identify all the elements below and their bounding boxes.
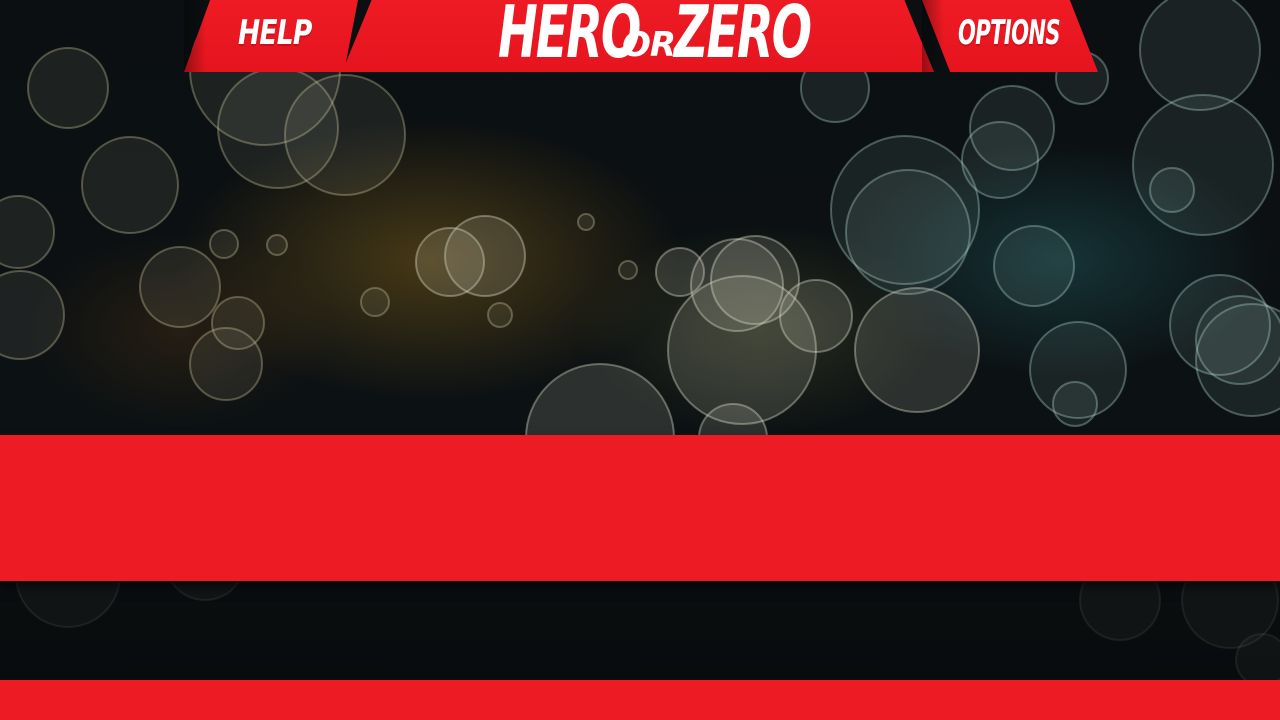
bokeh-background bbox=[0, 0, 1280, 720]
logo-word-or: OR bbox=[622, 25, 676, 65]
options-button-label[interactable]: OPTIONS bbox=[958, 16, 1061, 50]
logo-word-zero: ZERO bbox=[674, 0, 812, 74]
options-tab-shade bbox=[922, 0, 944, 72]
help-button-label[interactable]: HELP bbox=[238, 16, 312, 50]
footer-bar bbox=[0, 680, 1280, 720]
logo-word-hero: HERO bbox=[498, 0, 641, 74]
help-tab-shade bbox=[184, 0, 206, 72]
main-panel bbox=[0, 435, 1280, 581]
bokeh-circles bbox=[0, 0, 1280, 687]
